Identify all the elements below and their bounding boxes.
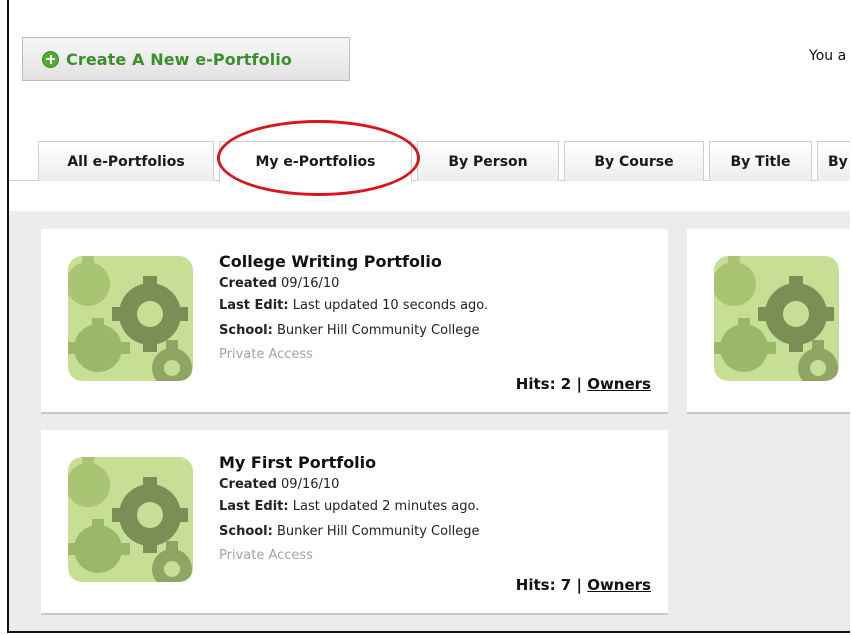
school-line: School: Bunker Hill Community College: [219, 524, 480, 539]
create-eportfolio-label: Create A New e-Portfolio: [66, 49, 292, 69]
portfolio-list: College Writing Portfolio Created 09/16/…: [9, 211, 850, 631]
gears-icon: [68, 256, 193, 381]
portfolio-card: College Writing Portfolio Created 09/16/…: [41, 229, 668, 414]
owners-link[interactable]: Owners: [587, 375, 651, 393]
last-edit-line: Last Edit: Last updated 10 seconds ago.: [219, 298, 488, 313]
tab-all-eportfolios[interactable]: All e-Portfolios: [38, 141, 214, 181]
created-line: Created 09/16/10: [219, 477, 339, 492]
tab-label: By Person: [448, 153, 528, 170]
access-status: Private Access: [219, 548, 313, 563]
app-frame: Create A New e-Portfolio You a All e-Por…: [7, 0, 850, 633]
tab-by-title[interactable]: By Title: [709, 141, 812, 181]
hits-count: Hits: 7: [515, 576, 572, 594]
create-eportfolio-button[interactable]: Create A New e-Portfolio: [22, 37, 350, 81]
tab-label: By Course: [594, 153, 674, 170]
footer-separator: |: [576, 576, 582, 594]
tab-label: My e-Portfolios: [255, 154, 376, 170]
school-label: School:: [219, 524, 273, 539]
portfolio-card: My First Portfolio Created 09/16/10 Last…: [41, 430, 668, 615]
created-label: Created: [219, 276, 277, 291]
portfolio-footer: Hits: 7 | Owners: [516, 576, 651, 594]
school-line: School: Bunker Hill Community College: [219, 323, 480, 338]
portfolio-card-partial: [687, 229, 850, 414]
tab-my-eportfolios[interactable]: My e-Portfolios: [219, 141, 412, 182]
access-status: Private Access: [219, 347, 313, 362]
owners-link[interactable]: Owners: [587, 576, 651, 594]
created-label: Created: [219, 477, 277, 492]
tab-by-person[interactable]: By Person: [417, 141, 559, 181]
last-edit-value: Last updated 10 seconds ago.: [292, 298, 489, 313]
gears-icon: [68, 457, 193, 582]
last-edit-value: Last updated 2 minutes ago.: [292, 499, 480, 514]
last-edit-label: Last Edit:: [219, 499, 289, 514]
created-value: 09/16/10: [281, 477, 340, 492]
tab-by-course[interactable]: By Course: [564, 141, 704, 181]
user-status-text: You a: [809, 48, 847, 64]
tab-by-more[interactable]: By: [817, 141, 850, 181]
hits-count: Hits: 2: [515, 375, 572, 393]
last-edit-label: Last Edit:: [219, 298, 289, 313]
portfolio-title[interactable]: College Writing Portfolio: [219, 252, 442, 271]
school-value: Bunker Hill Community College: [276, 524, 480, 539]
school-value: Bunker Hill Community College: [276, 323, 480, 338]
portfolio-title[interactable]: My First Portfolio: [219, 453, 376, 472]
created-value: 09/16/10: [281, 276, 340, 291]
created-line: Created 09/16/10: [219, 276, 339, 291]
last-edit-line: Last Edit: Last updated 2 minutes ago.: [219, 499, 479, 514]
plus-circle-icon: [42, 50, 59, 68]
footer-separator: |: [576, 375, 582, 393]
school-label: School:: [219, 323, 273, 338]
tab-label: By Title: [730, 153, 791, 170]
tab-label: All e-Portfolios: [67, 153, 185, 170]
gears-icon: [714, 256, 839, 381]
tab-label: By: [828, 153, 848, 170]
portfolio-footer: Hits: 2 | Owners: [516, 375, 651, 393]
